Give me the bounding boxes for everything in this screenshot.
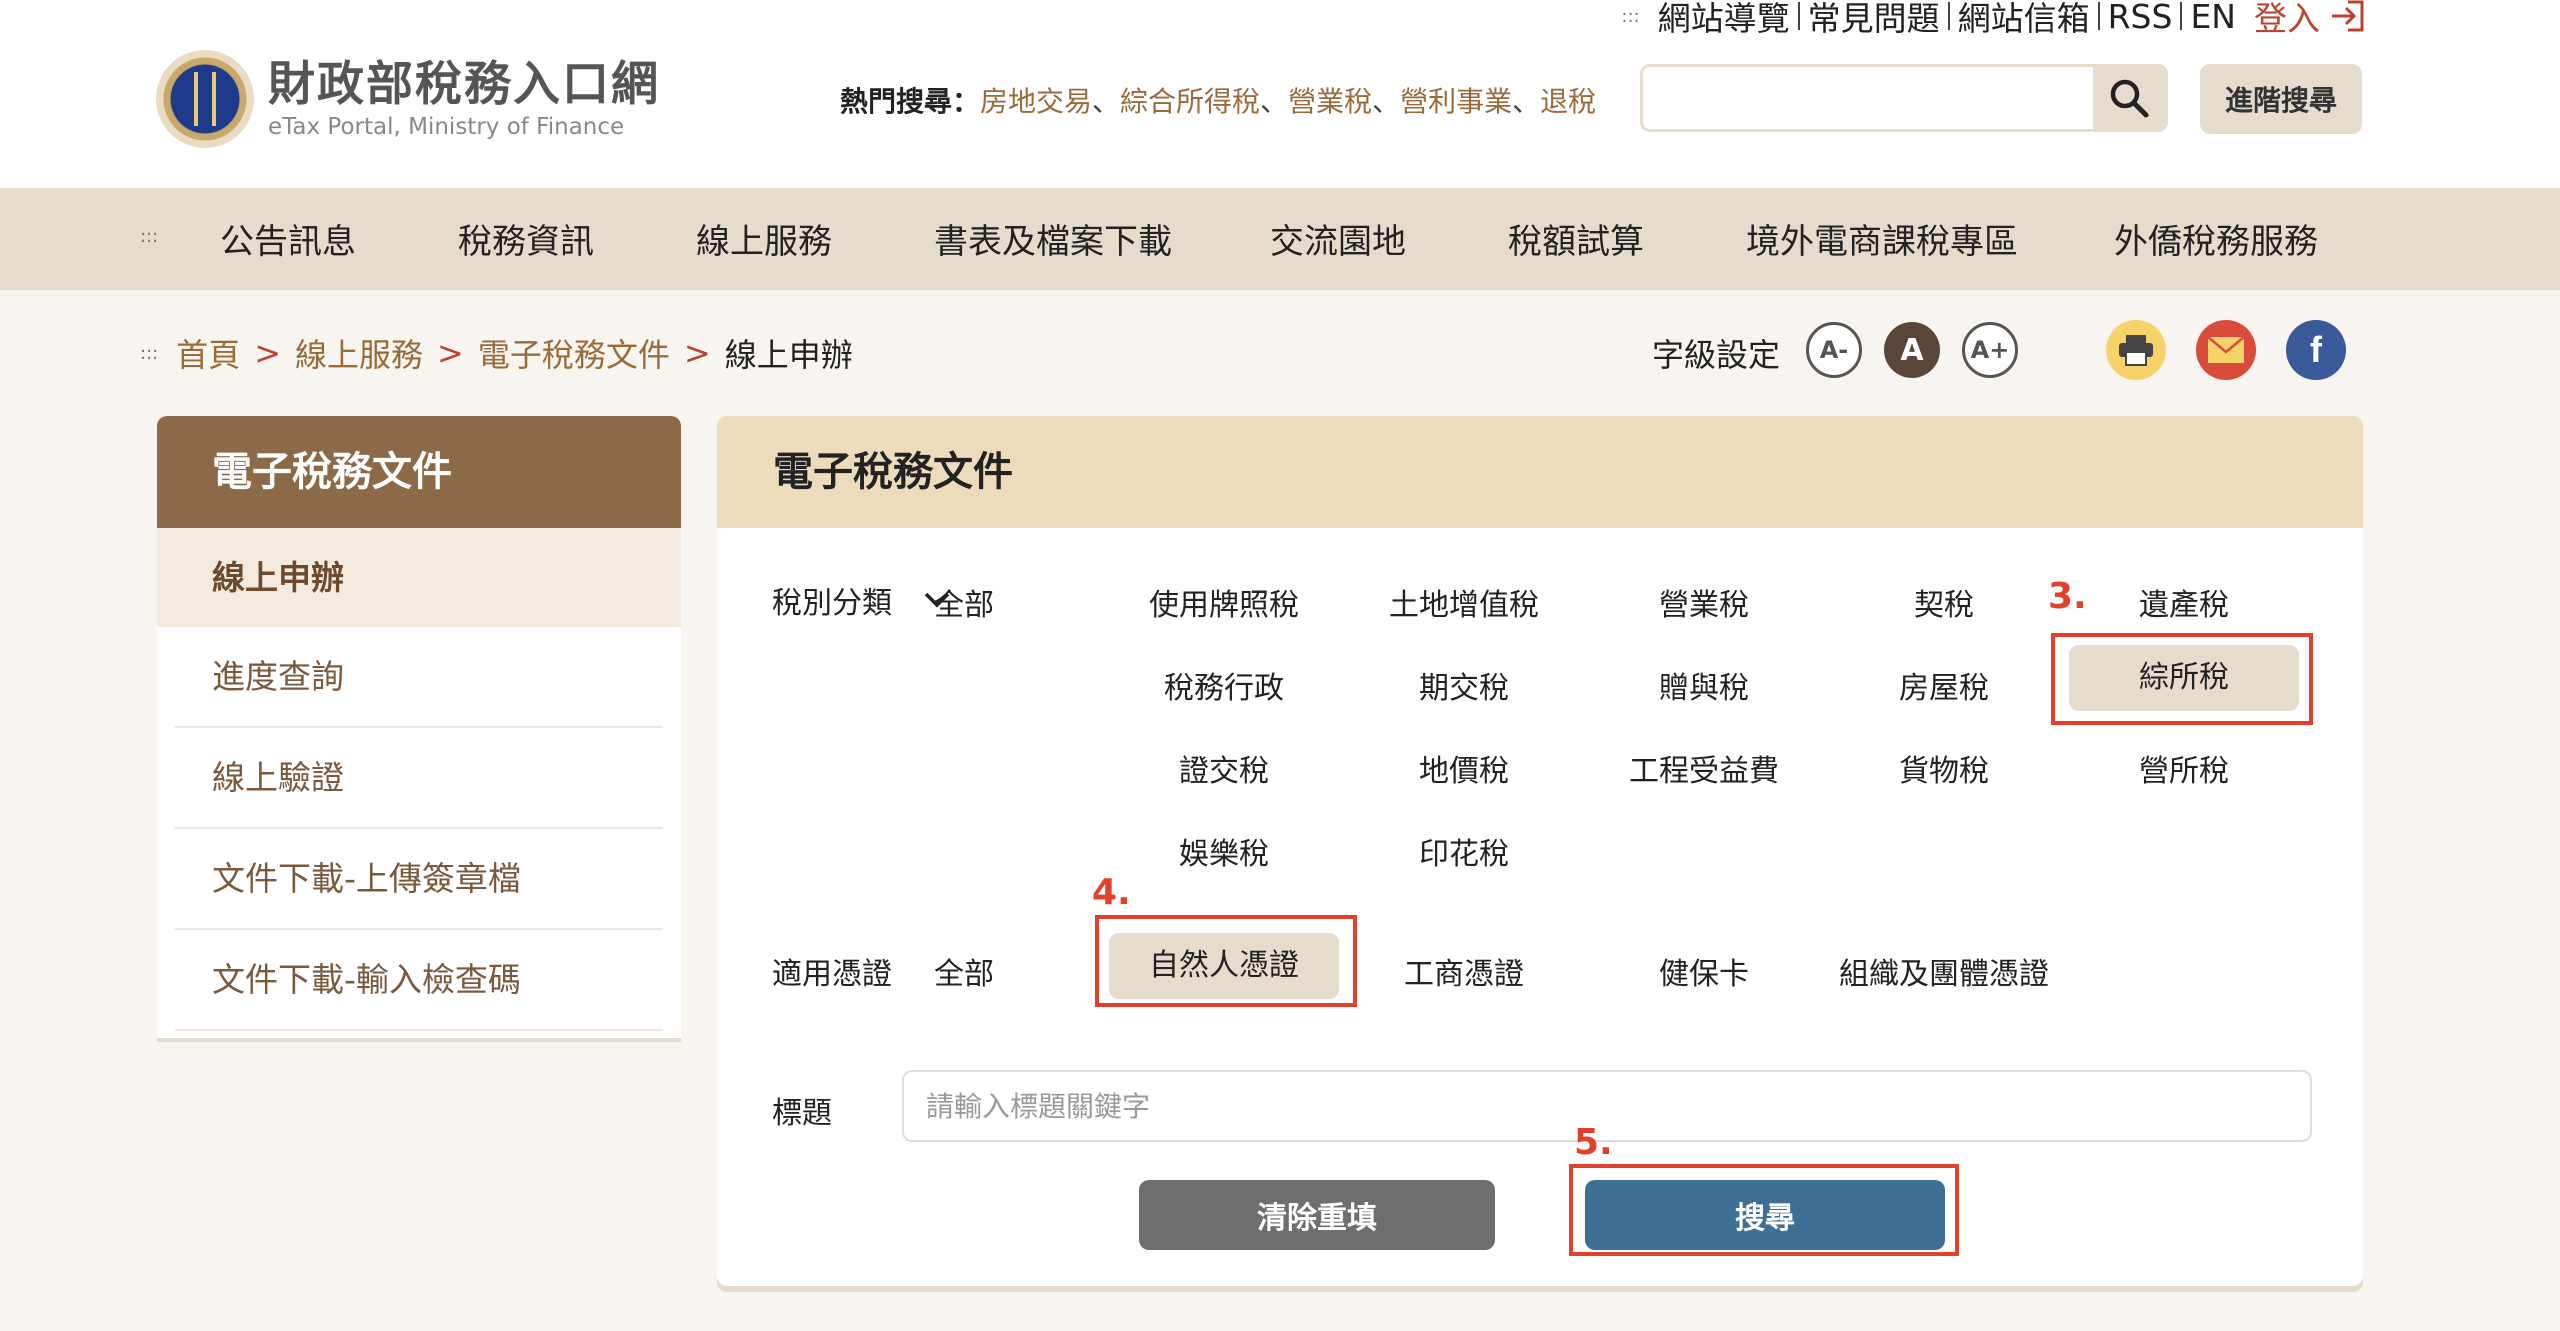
hot-search-keyword[interactable]: 營業稅 (1288, 80, 1372, 120)
search-icon (2110, 79, 2149, 118)
annotation-highlight (1095, 915, 1357, 1007)
hot-search-keyword[interactable]: 綜合所得稅 (1120, 80, 1260, 120)
top-link-faq[interactable]: 常見問題 (1804, 0, 1944, 40)
site-logo[interactable]: 財政部稅務入口網 eTax Portal, Ministry of Financ… (156, 50, 660, 148)
tax-option[interactable]: 工程受益費 (1589, 746, 1819, 790)
hot-search: 熱門搜尋： 房地交易 、 綜合所得稅 、 營業稅 、 營利事業 、 退稅 (840, 80, 1596, 120)
divider (2180, 2, 2183, 30)
sidebar-item-progress-query[interactable]: 進度查詢 (175, 627, 663, 728)
nav-item-tax-info[interactable]: 稅務資訊 (458, 214, 594, 263)
nav-item-forms-download[interactable]: 書表及檔案下載 (934, 214, 1172, 263)
envelope-icon (2207, 336, 2245, 363)
tax-option[interactable]: 遺產稅 (2069, 580, 2299, 624)
hot-search-keyword[interactable]: 營利事業 (1400, 80, 1512, 120)
cert-option[interactable]: 健保卡 (1589, 949, 1819, 993)
top-link-sitemap[interactable]: 網站導覽 (1654, 0, 1794, 40)
tax-option[interactable]: 稅務行政 (1109, 663, 1339, 707)
tax-option[interactable]: 貨物稅 (1829, 746, 2059, 790)
sidebar-item-online-application[interactable]: 線上申辦 (157, 528, 681, 627)
breadcrumb-current: 線上申辦 (724, 336, 853, 374)
divider (2097, 2, 2100, 30)
facebook-icon: f (2310, 329, 2322, 370)
logo-title: 財政部稅務入口網 (268, 57, 660, 112)
tax-option-all[interactable]: 全部 (884, 580, 1044, 624)
grip-icon: ::: (140, 226, 159, 247)
font-larger-button[interactable]: A+ (1962, 322, 2018, 378)
step-marker-3: 3. (2048, 576, 2087, 617)
cert-option[interactable]: 組織及團體憑證 (1799, 949, 2089, 993)
site-search (1640, 64, 2168, 132)
sidebar-item-download-signature[interactable]: 文件下載-上傳簽章檔 (175, 829, 663, 930)
page-title: 電子稅務文件 (717, 416, 2363, 528)
nav-item-online-services[interactable]: 線上服務 (696, 214, 832, 263)
tax-category-label: 稅別分類 (772, 586, 892, 621)
email-share-button[interactable] (2196, 320, 2256, 380)
tax-option[interactable]: 期交稅 (1349, 663, 1579, 707)
step-marker-4: 4. (1092, 872, 1131, 913)
breadcrumb-home[interactable]: 首頁 (176, 330, 240, 376)
grip-icon: ::: (140, 342, 159, 364)
breadcrumb-online-services[interactable]: 線上服務 (295, 330, 423, 376)
top-link-rss[interactable]: RSS (2104, 0, 2177, 36)
divider (1797, 2, 1800, 30)
main-nav: ::: 公告訊息 稅務資訊 線上服務 書表及檔案下載 交流園地 稅額試算 境外電… (0, 188, 2560, 290)
hot-search-keyword[interactable]: 房地交易 (980, 80, 1092, 120)
sidebar-title: 電子稅務文件 (157, 416, 681, 528)
nav-item-forum[interactable]: 交流園地 (1270, 214, 1406, 263)
nav-item-tax-calculator[interactable]: 稅額試算 (1508, 214, 1644, 263)
tax-option[interactable]: 印花稅 (1349, 829, 1579, 873)
font-smaller-button[interactable]: A- (1806, 322, 1862, 378)
ministry-emblem-icon (156, 50, 254, 148)
top-link-mailbox[interactable]: 網站信箱 (1954, 0, 2094, 40)
site-header: 財政部稅務入口網 eTax Portal, Ministry of Financ… (0, 0, 2560, 188)
grip-icon: ::: (1621, 5, 1640, 27)
tax-option[interactable]: 營所稅 (2069, 746, 2299, 790)
sidebar-item-download-checkcode[interactable]: 文件下載-輸入檢查碼 (175, 930, 663, 1031)
main-panel: 電子稅務文件 稅別分類 全部 使用牌照稅 土地增值稅 營業稅 契稅 遺產稅 稅務… (717, 416, 2363, 1286)
annotation-highlight (2051, 633, 2313, 725)
sidebar-item-online-verification[interactable]: 線上驗證 (175, 728, 663, 829)
top-link-english[interactable]: EN (2186, 0, 2240, 36)
divider (1947, 2, 1950, 30)
hot-search-label: 熱門搜尋： (840, 85, 981, 118)
search-input[interactable] (1643, 67, 2093, 129)
tax-option[interactable]: 房屋稅 (1829, 663, 2059, 707)
tax-option[interactable]: 契稅 (1829, 580, 2059, 624)
font-size-label: 字級設定 (1652, 336, 1781, 374)
printer-icon (2119, 335, 2153, 366)
step-marker-5: 5. (1574, 1122, 1613, 1163)
tax-option[interactable]: 娛樂稅 (1109, 829, 1339, 873)
hot-search-keyword[interactable]: 退稅 (1540, 80, 1596, 120)
certificate-label: 適用憑證 (772, 957, 892, 992)
facebook-share-button[interactable]: f (2286, 320, 2346, 380)
annotation-highlight (1569, 1164, 1959, 1256)
login-label: 登入 (2254, 0, 2320, 38)
tax-option[interactable]: 證交稅 (1109, 746, 1339, 790)
tax-option[interactable]: 贈與稅 (1589, 663, 1819, 707)
tax-option[interactable]: 使用牌照稅 (1109, 580, 1339, 624)
nav-item-announcements[interactable]: 公告訊息 (220, 214, 356, 263)
search-button[interactable] (2093, 67, 2165, 129)
tax-option[interactable]: 營業稅 (1589, 580, 1819, 624)
clear-button[interactable]: 清除重填 (1139, 1180, 1495, 1250)
cert-option[interactable]: 工商憑證 (1349, 949, 1579, 993)
nav-item-expat-tax[interactable]: 外僑稅務服務 (2114, 214, 2318, 263)
login-link[interactable]: 登入 (2254, 0, 2368, 40)
tax-option[interactable]: 土地增值稅 (1349, 580, 1579, 624)
nav-item-cross-border-ecommerce[interactable]: 境外電商課稅專區 (1746, 214, 2018, 263)
cert-option-all[interactable]: 全部 (884, 949, 1044, 993)
advanced-search-button[interactable]: 進階搜尋 (2200, 64, 2362, 134)
breadcrumb: ::: 首頁 > 線上服務 > 電子稅務文件 > 線上申辦 (140, 330, 853, 376)
sidebar: 電子稅務文件 線上申辦 進度查詢 線上驗證 文件下載-上傳簽章檔 文件下載-輸入… (157, 416, 681, 1038)
top-links: ::: 網站導覽 常見問題 網站信箱 RSS EN 登入 (1621, 0, 2368, 38)
logo-subtitle: eTax Portal, Ministry of Finance (268, 114, 625, 140)
font-normal-button[interactable]: A (1884, 322, 1940, 378)
tax-option[interactable]: 地價稅 (1349, 746, 1579, 790)
login-icon (2332, 0, 2364, 32)
breadcrumb-etax-documents[interactable]: 電子稅務文件 (478, 330, 670, 376)
print-button[interactable] (2106, 320, 2166, 380)
title-label: 標題 (772, 1096, 832, 1131)
